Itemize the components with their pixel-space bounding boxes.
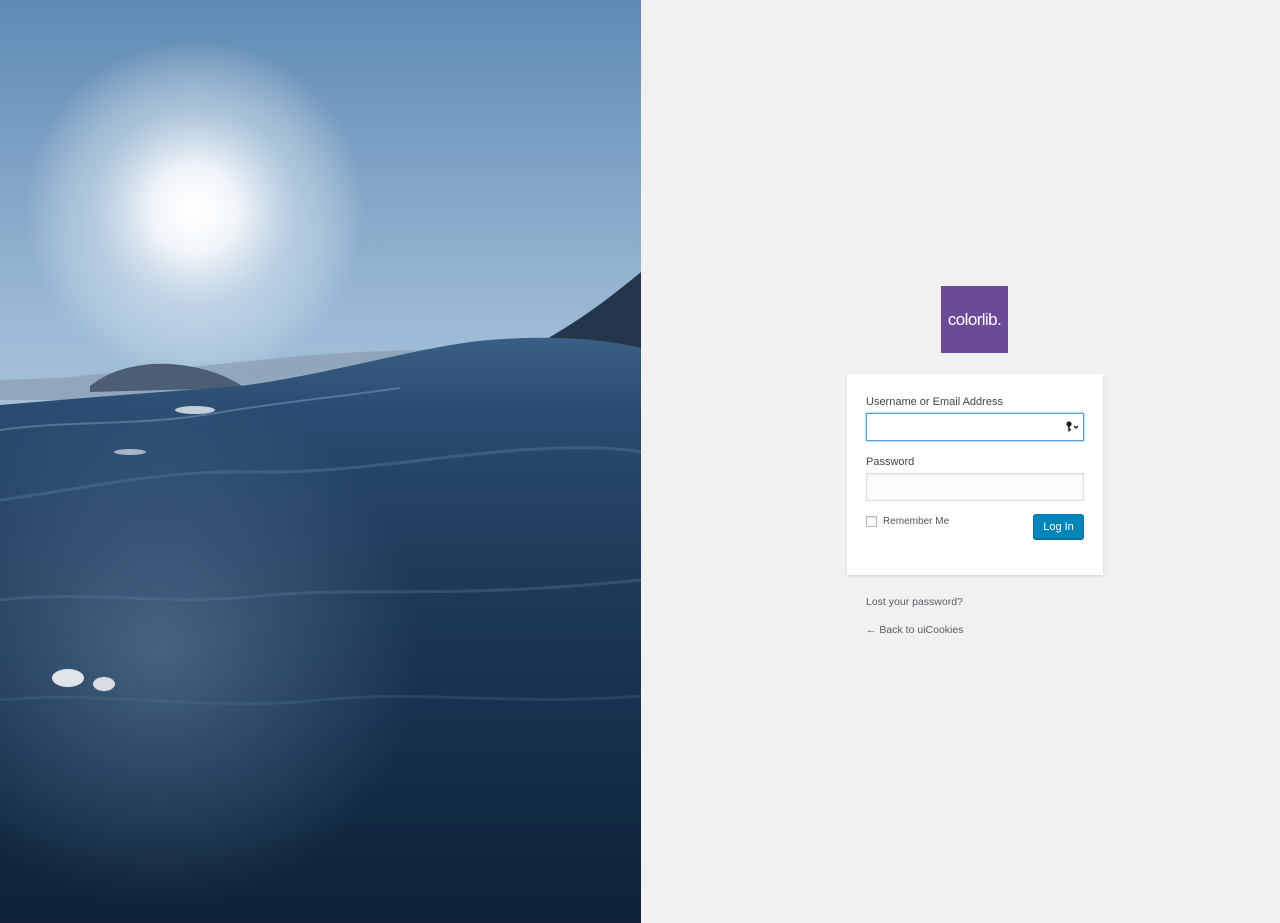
lost-password-link[interactable]: Lost your password? [866, 596, 963, 608]
login-form: Username or Email Address Password Remem… [847, 374, 1103, 575]
username-input[interactable] [866, 413, 1084, 441]
back-to-site-link[interactable]: ← Back to uiCookies [866, 624, 963, 636]
hero-ocean-image [0, 0, 641, 923]
remember-me-checkbox[interactable] [866, 516, 877, 527]
password-manager-key-icon[interactable] [1065, 420, 1081, 434]
remember-me-label: Remember Me [883, 516, 950, 527]
username-label: Username or Email Address [866, 396, 1003, 408]
log-in-button[interactable]: Log In [1033, 514, 1084, 539]
password-input[interactable] [866, 473, 1084, 501]
colorlib-logo[interactable]: colorlib. [941, 286, 1008, 353]
password-label: Password [866, 456, 915, 468]
login-page: colorlib. Username or Email Address Pass… [0, 0, 1280, 923]
remember-me-option[interactable]: Remember Me [866, 516, 949, 527]
